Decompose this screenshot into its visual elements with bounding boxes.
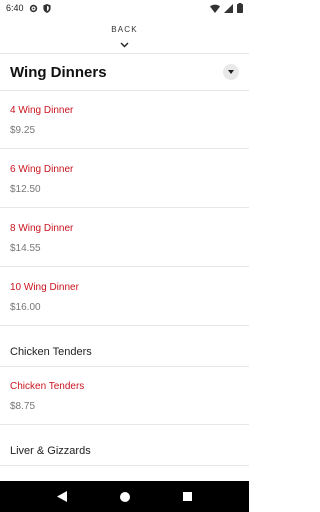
item-price: $9.25 xyxy=(10,125,36,136)
home-circle-icon[interactable] xyxy=(119,491,130,502)
caret-down-icon xyxy=(228,70,234,74)
status-bar: 6:40 xyxy=(0,0,249,16)
item-name: 4 Wing Dinner xyxy=(10,105,74,116)
chevron-down-icon xyxy=(120,35,129,53)
divider xyxy=(0,465,249,466)
item-price: $8.75 xyxy=(10,401,36,412)
subsection-title: Chicken Tenders xyxy=(10,346,92,358)
section-header[interactable]: Wing Dinners xyxy=(0,54,249,90)
item-name: 10 Wing Dinner xyxy=(10,282,79,293)
system-nav-bar xyxy=(0,481,249,512)
menu-item-4-wing-dinner[interactable]: 4 Wing Dinner $9.25 xyxy=(0,105,249,136)
shield-icon xyxy=(42,3,51,13)
item-price: $12.50 xyxy=(10,184,41,195)
divider xyxy=(0,325,249,326)
collapse-button[interactable] xyxy=(223,64,239,80)
signal-icon xyxy=(224,3,233,13)
subsection-title: Liver & Gizzards xyxy=(10,445,91,457)
menu-item-10-wing-dinner[interactable]: 10 Wing Dinner $16.00 xyxy=(0,282,249,313)
wifi-icon xyxy=(210,4,220,13)
menu-item-8-wing-dinner[interactable]: 8 Wing Dinner $14.55 xyxy=(0,223,249,254)
divider xyxy=(0,424,249,425)
gear-icon xyxy=(29,4,38,13)
battery-icon xyxy=(237,3,243,13)
item-price: $14.55 xyxy=(10,243,41,254)
back-label: BACK xyxy=(111,25,138,34)
recents-square-icon[interactable] xyxy=(183,492,193,501)
item-name: Chicken Tenders xyxy=(10,381,85,392)
menu-item-6-wing-dinner[interactable]: 6 Wing Dinner $12.50 xyxy=(0,164,249,195)
section-title: Wing Dinners xyxy=(10,63,107,81)
item-name: 6 Wing Dinner xyxy=(10,164,74,175)
divider xyxy=(0,366,249,367)
divider xyxy=(0,266,249,267)
back-button[interactable]: BACK xyxy=(0,20,249,52)
item-price: $16.00 xyxy=(10,302,41,313)
item-name: 8 Wing Dinner xyxy=(10,223,74,234)
divider xyxy=(0,90,249,91)
divider xyxy=(0,207,249,208)
divider xyxy=(0,148,249,149)
menu-item-chicken-tenders[interactable]: Chicken Tenders $8.75 xyxy=(0,381,249,412)
status-time: 6:40 xyxy=(6,3,24,13)
back-triangle-icon[interactable] xyxy=(56,491,67,502)
